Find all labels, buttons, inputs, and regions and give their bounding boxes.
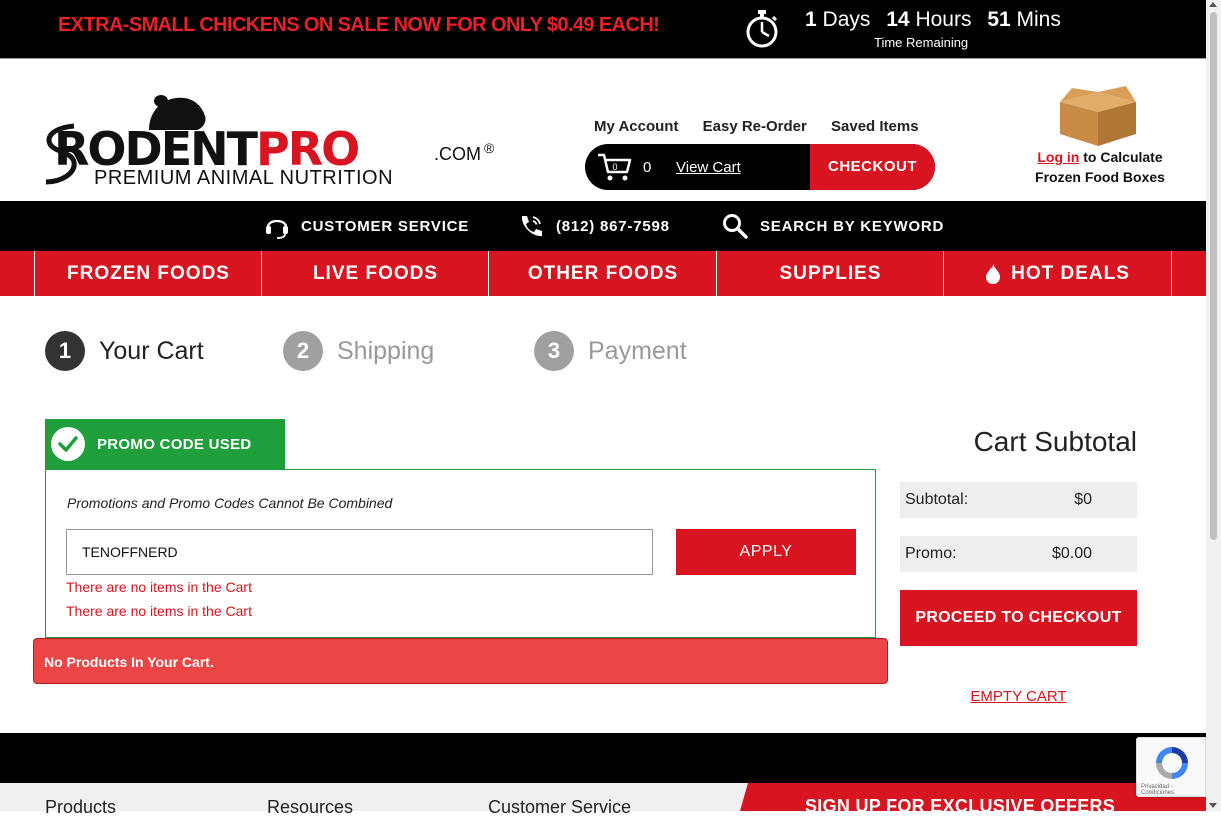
nav-hot-deals[interactable]: HOT DEALS bbox=[943, 251, 1172, 296]
saved-items-link[interactable]: Saved Items bbox=[831, 118, 919, 135]
logo-dotcom: .COM bbox=[434, 144, 481, 164]
hot-deals-label: HOT DEALS bbox=[1011, 262, 1130, 284]
mins-number: 51 bbox=[987, 8, 1011, 31]
main-nav: FROZEN FOODS LIVE FOODS OTHER FOODS SUPP… bbox=[0, 251, 1206, 296]
footer-customer-service[interactable]: Customer Service bbox=[488, 797, 631, 818]
flame-icon bbox=[986, 263, 1001, 284]
promo-label: Promo: bbox=[905, 545, 957, 562]
cart-icon[interactable]: 0 bbox=[597, 152, 633, 182]
empty-cart-alert: No Products In Your Cart. bbox=[33, 638, 888, 684]
scroll-down-arrow-icon[interactable] bbox=[1209, 803, 1217, 808]
calc-text: to Calculate bbox=[1079, 149, 1163, 165]
subtotal-row: Subtotal: $0 bbox=[900, 482, 1137, 518]
subtotal-label: Subtotal: bbox=[905, 491, 969, 508]
phone-link[interactable]: (812) 867-7598 bbox=[518, 201, 670, 251]
search-link[interactable]: SEARCH BY KEYWORD bbox=[722, 201, 944, 251]
hours-label: Hours bbox=[915, 8, 972, 31]
mins-label: Mins bbox=[1016, 8, 1061, 31]
footer-products[interactable]: Products bbox=[45, 797, 116, 818]
login-calc-text: Log in to Calculate Frozen Food Boxes bbox=[1020, 147, 1180, 187]
recaptcha-label: Privacidad - Condiciones bbox=[1141, 784, 1175, 796]
promo-value: $0.00 bbox=[1051, 545, 1092, 562]
apply-button[interactable]: APPLY bbox=[676, 529, 856, 575]
hours-number: 14 bbox=[886, 8, 910, 31]
stopwatch-icon bbox=[746, 10, 778, 48]
scroll-up-arrow-icon[interactable] bbox=[1209, 2, 1217, 7]
signup-text: SIGN UP FOR EXCLUSIVE OFFERS bbox=[805, 796, 1116, 816]
nav-supplies[interactable]: SUPPLIES bbox=[716, 251, 944, 296]
promo-code-panel: Promotions and Promo Codes Cannot Be Com… bbox=[45, 469, 876, 638]
cart-count: 0 bbox=[643, 159, 652, 176]
promo-row: Promo: $0.00 bbox=[900, 536, 1137, 572]
empty-cart-link[interactable]: EMPTY CART bbox=[900, 688, 1137, 705]
step-label: Payment bbox=[588, 336, 687, 365]
step-shipping: 2 Shipping bbox=[283, 331, 434, 371]
search-icon bbox=[723, 214, 748, 239]
promo-code-input[interactable] bbox=[66, 529, 653, 575]
view-cart-link[interactable]: View Cart bbox=[676, 159, 741, 176]
site-logo[interactable]: RODENTPRO .COM ® PREMIUM ANIMAL NUTRITIO… bbox=[44, 92, 504, 192]
time-remaining-label: Time Remaining bbox=[874, 35, 969, 50]
promo-code-used-tab: PROMO CODE USED bbox=[45, 419, 285, 469]
days-number: 1 bbox=[805, 8, 817, 31]
days-label: Days bbox=[822, 8, 871, 31]
nav-live-foods[interactable]: LIVE FOODS bbox=[261, 251, 489, 296]
step-number: 3 bbox=[534, 331, 574, 371]
promo-tab-label: PROMO CODE USED bbox=[97, 435, 252, 453]
box-icon bbox=[1060, 86, 1136, 146]
recaptcha-icon bbox=[1156, 747, 1188, 779]
promo-error: There are no items in the Cart bbox=[66, 579, 252, 595]
step-label: Your Cart bbox=[99, 336, 204, 365]
login-link[interactable]: Log in bbox=[1037, 149, 1079, 165]
footer-resources[interactable]: Resources bbox=[267, 797, 353, 818]
subtotal-value: $0 bbox=[1074, 491, 1092, 508]
search-label: SEARCH BY KEYWORD bbox=[760, 217, 945, 235]
countdown: 1 Days 14 Hours 51 Mins bbox=[805, 8, 1061, 32]
scrollbar[interactable] bbox=[1206, 0, 1221, 811]
utility-bar: CUSTOMER SERVICE (812) 867-7598 SEARCH B… bbox=[0, 201, 1206, 251]
cart-widget: 0 0 View Cart CHECKOUT bbox=[585, 144, 935, 190]
step-label: Shipping bbox=[337, 336, 435, 365]
checkmark-icon bbox=[51, 427, 85, 461]
customer-service-label: CUSTOMER SERVICE bbox=[301, 217, 470, 235]
step-payment: 3 Payment bbox=[534, 331, 687, 371]
my-account-link[interactable]: My Account bbox=[594, 118, 678, 135]
calc-text-2: Frozen Food Boxes bbox=[1035, 169, 1165, 185]
phone-icon bbox=[521, 216, 542, 237]
easy-reorder-link[interactable]: Easy Re-Order bbox=[703, 118, 807, 135]
cart-subtotal-title: Cart Subtotal bbox=[973, 426, 1137, 457]
account-links: My Account Easy Re-Order Saved Items bbox=[594, 118, 939, 135]
step-number: 1 bbox=[45, 331, 85, 371]
checkout-button[interactable]: CHECKOUT bbox=[810, 144, 935, 190]
headset-icon bbox=[266, 219, 288, 239]
logo-tagline: PREMIUM ANIMAL NUTRITION bbox=[94, 167, 394, 189]
promo-error: There are no items in the Cart bbox=[66, 603, 252, 619]
logo-registered: ® bbox=[484, 140, 495, 156]
nav-frozen-foods[interactable]: FROZEN FOODS bbox=[34, 251, 262, 296]
footer-bar bbox=[0, 733, 1206, 783]
cart-icon-count: 0 bbox=[612, 162, 617, 172]
recaptcha-badge[interactable]: Privacidad - Condiciones bbox=[1136, 737, 1206, 797]
promo-banner: EXTRA-SMALL CHICKENS ON SALE NOW FOR ONL… bbox=[0, 0, 1206, 58]
nav-other-foods[interactable]: OTHER FOODS bbox=[488, 251, 717, 296]
customer-service-link[interactable]: CUSTOMER SERVICE bbox=[265, 201, 469, 251]
scrollbar-thumb[interactable] bbox=[1210, 12, 1217, 540]
step-number: 2 bbox=[283, 331, 323, 371]
promo-text[interactable]: EXTRA-SMALL CHICKENS ON SALE NOW FOR ONL… bbox=[58, 14, 660, 37]
divider bbox=[0, 58, 1206, 59]
phone-number: (812) 867-7598 bbox=[556, 217, 670, 235]
promo-note: Promotions and Promo Codes Cannot Be Com… bbox=[67, 495, 393, 511]
proceed-to-checkout-button[interactable]: PROCEED TO CHECKOUT bbox=[900, 590, 1137, 646]
step-your-cart: 1 Your Cart bbox=[45, 331, 204, 371]
